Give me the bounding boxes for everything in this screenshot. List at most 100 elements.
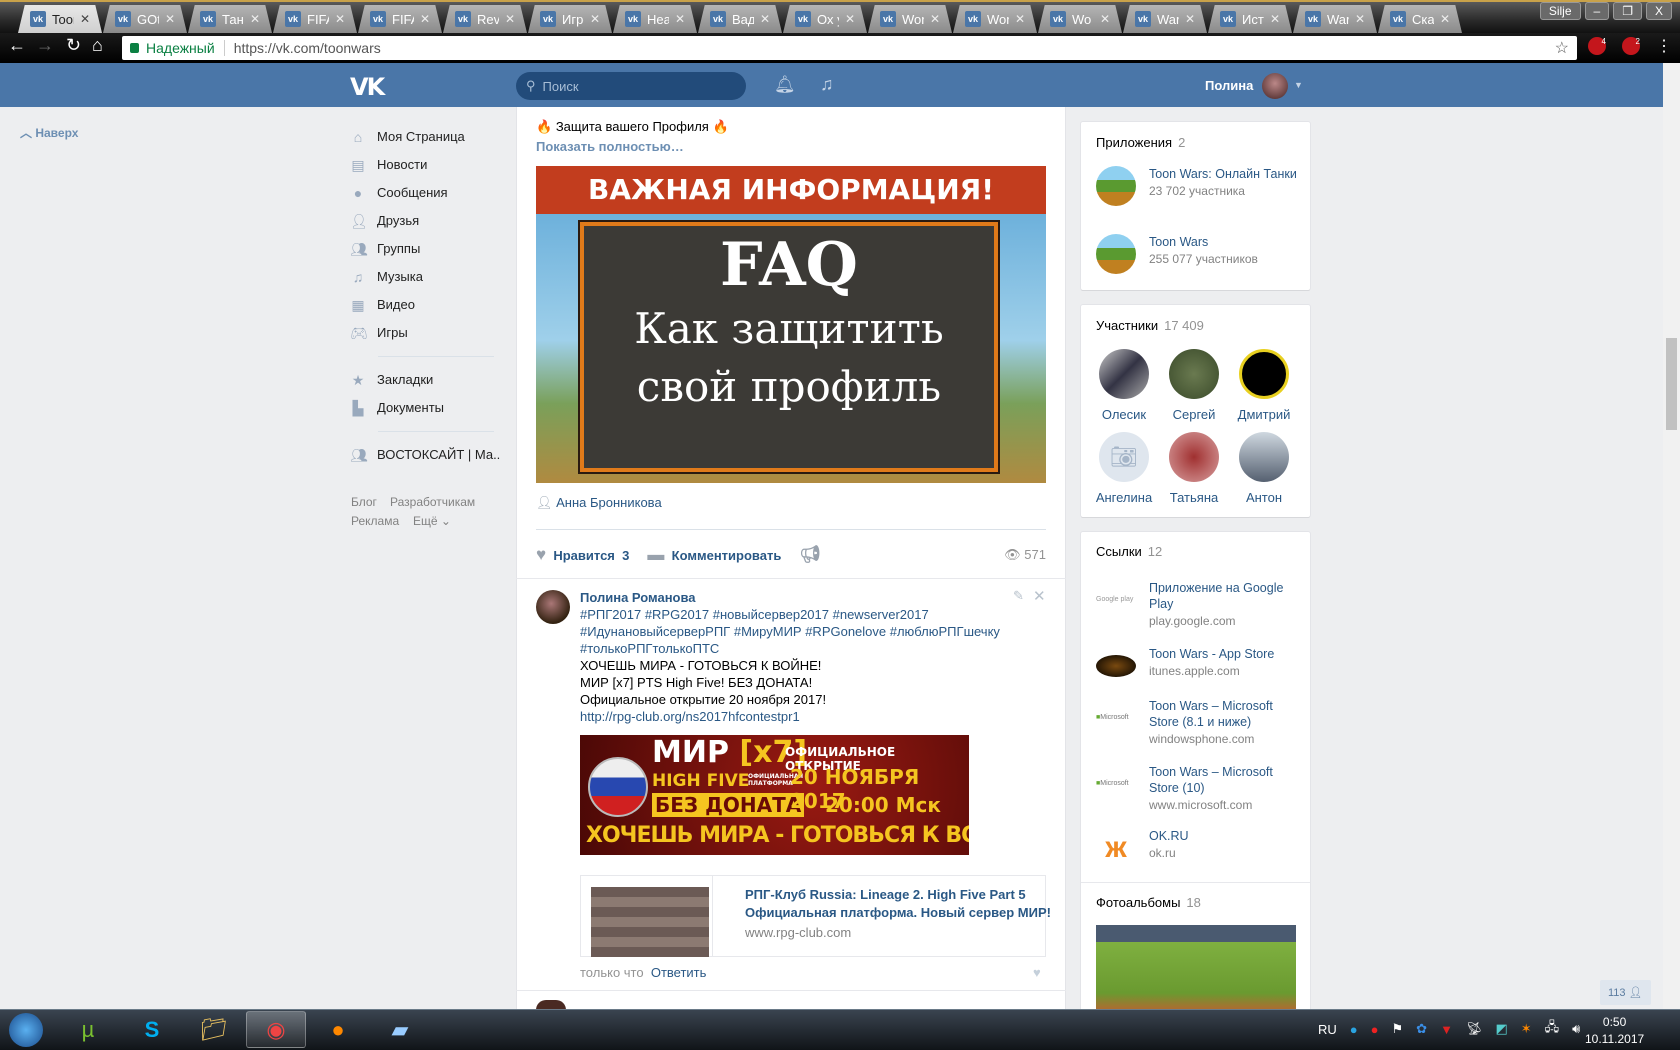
music-icon[interactable]: ♫	[820, 74, 834, 95]
close-tab-icon[interactable]: ✕	[1185, 12, 1195, 26]
clock[interactable]: 0:50 10.11.2017	[1585, 1014, 1644, 1048]
scrollbar-thumb[interactable]	[1666, 338, 1677, 430]
link-item[interactable]: Toon Wars - App Store itunes.apple.com	[1096, 646, 1299, 680]
reply-button[interactable]: Ответить	[651, 965, 707, 980]
browser-tab[interactable]: vk War ✕	[1293, 5, 1377, 33]
close-tab-icon[interactable]: ✕	[505, 12, 515, 26]
chevron-down-icon[interactable]: ▼	[1294, 80, 1303, 90]
minimize-button[interactable]: –	[1584, 2, 1610, 20]
volume-icon[interactable]: 🔊︎	[1572, 1021, 1580, 1037]
close-tab-icon[interactable]: ✕	[1355, 12, 1365, 26]
tray-app-icon[interactable]: ●	[1371, 1022, 1379, 1037]
reload-icon[interactable]: ↻	[66, 35, 81, 56]
notes-app-icon[interactable]: ▰	[370, 1011, 430, 1048]
close-tab-icon[interactable]: ✕	[845, 12, 855, 26]
app-item[interactable]: Toon Wars: Онлайн Танки 23 702 участника	[1096, 166, 1299, 206]
close-tab-icon[interactable]: ✕	[165, 12, 175, 26]
folder-icon[interactable]: 📁︎	[184, 1011, 244, 1048]
sidebar-item-group-vostoksite[interactable]: 👥︎ ВОСТОКСАЙТ | Ма..	[350, 447, 500, 462]
member-item[interactable]: Антон	[1229, 432, 1299, 505]
close-tab-icon[interactable]: ✕	[420, 12, 430, 26]
close-tab-icon[interactable]: ✕	[1270, 12, 1280, 26]
link-title[interactable]: РПГ-Клуб Russia: Lineage 2. High Five Pa…	[745, 886, 1051, 922]
link-item[interactable]: ж OK.RU ok.ru	[1096, 828, 1299, 868]
browser-tab[interactable]: vk Скаі ✕	[1378, 5, 1462, 33]
sidebar-item-news[interactable]: ▤ Новости	[350, 157, 427, 172]
link-url[interactable]: www.rpg-club.com	[745, 925, 851, 940]
footer-link-ads[interactable]: Реклама	[351, 514, 399, 528]
sidebar-item-groups[interactable]: 👥︎ Группы	[350, 241, 420, 256]
member-item[interactable]: Татьяна	[1159, 432, 1229, 505]
close-tab-icon[interactable]: ✕	[335, 12, 345, 26]
adblock-extension-icon-2[interactable]: 2	[1622, 37, 1640, 55]
comment-button[interactable]: Комментировать	[672, 548, 782, 563]
browser-tab[interactable]: vk Вади ✕	[698, 5, 782, 33]
satellite-icon[interactable]: 📡︎	[1466, 1021, 1483, 1037]
link-item[interactable]: ■Microsoft Toon Wars – Microsoft Store (8…	[1096, 698, 1299, 748]
member-item[interactable]: 📷︎ Ангелина	[1089, 432, 1159, 505]
post-author[interactable]: 👤︎ Анна Бронникова	[536, 495, 662, 511]
sidebar-item-games[interactable]: 🎮︎ Игры	[350, 325, 408, 340]
utorrent-icon[interactable]: µ	[58, 1011, 118, 1048]
sidebar-item-video[interactable]: ▦ Видео	[350, 297, 415, 312]
member-item[interactable]: Сергей	[1159, 349, 1229, 422]
close-tab-icon[interactable]: ✕	[80, 12, 90, 26]
browser-tab[interactable]: vk GOta ✕	[103, 5, 187, 33]
close-tab-icon[interactable]: ✕	[760, 12, 770, 26]
network-icon[interactable]: 🖧︎	[1545, 1018, 1560, 1040]
sidebar-item-music[interactable]: ♫ Музыка	[350, 269, 423, 284]
bookmark-star-icon[interactable]: ☆	[1555, 38, 1569, 58]
close-tab-icon[interactable]: ✕	[250, 12, 260, 26]
scrollbar[interactable]	[1663, 63, 1680, 1009]
skype-icon[interactable]: S	[122, 1011, 182, 1048]
browser-tab[interactable]: vk Ох у ✕	[783, 5, 867, 33]
bell-icon[interactable]: 🔔︎	[774, 75, 796, 95]
menu-icon[interactable]: ⋮	[1656, 36, 1672, 56]
footer-link-developers[interactable]: Разработчикам	[390, 495, 475, 509]
browser-tab[interactable]: vk Wo ✕	[1038, 5, 1122, 33]
close-tab-icon[interactable]: ✕	[1015, 12, 1025, 26]
member-item[interactable]: Дмитрий	[1229, 349, 1299, 422]
sidebar-item-bookmarks[interactable]: ★ Закладки	[350, 372, 434, 387]
browser-tab[interactable]: vk War ✕	[1123, 5, 1207, 33]
user-name[interactable]: Полина	[1205, 78, 1253, 93]
footer-more[interactable]: Ещё ⌄	[413, 514, 451, 528]
hashtags[interactable]: #ИдунановыйсерверРПГ #МируМИР #RPGonelov…	[580, 623, 1030, 640]
edit-pencil-icon[interactable]: ✎	[1013, 588, 1024, 604]
home-icon[interactable]: ⌂	[92, 35, 103, 56]
browser-tab[interactable]: vk Worl ✕	[868, 5, 952, 33]
scroll-up-button[interactable]: ︿ Наверх	[20, 124, 78, 141]
sidebar-item-friends[interactable]: 👤︎ Друзья	[350, 213, 419, 228]
close-tab-icon[interactable]: ✕	[1100, 12, 1110, 26]
firefox-icon[interactable]: ●	[308, 1011, 368, 1048]
browser-tab[interactable]: vk Worl ✕	[953, 5, 1037, 33]
close-tab-icon[interactable]: ✕	[1440, 12, 1450, 26]
tray-bird-icon[interactable]: ◩	[1495, 1021, 1507, 1037]
hashtags[interactable]: #РПГ2017 #RPG2017 #новыйсервер2017 #news…	[580, 606, 1030, 623]
comment-author[interactable]: Полина Романова	[580, 590, 696, 605]
heart-icon[interactable]: ♥	[1033, 965, 1041, 980]
sidebar-item-documents[interactable]: ▙ Документы	[350, 400, 444, 415]
browser-tab[interactable]: vk Toon ✕	[18, 5, 102, 33]
avast-icon[interactable]: ✶	[1521, 1021, 1532, 1037]
share-megaphone-icon[interactable]: 📢︎	[799, 545, 821, 565]
browser-tab[interactable]: vk Reve ✕	[443, 5, 527, 33]
sidebar-item-my-page[interactable]: ⌂ Моя Страница	[350, 129, 465, 144]
avatar[interactable]	[1262, 73, 1288, 99]
app-item[interactable]: Toon Wars 255 077 участников	[1096, 234, 1299, 274]
chrome-icon[interactable]: ◉	[246, 1011, 306, 1048]
forward-icon[interactable]: →	[36, 35, 54, 56]
vk-logo[interactable]: VK	[350, 73, 385, 101]
promo-banner-image[interactable]: МИР [x7] HIGH FIVE ОФИЦИАЛЬНАЯ ПЛАТФОРМА…	[580, 735, 969, 855]
sidebar-item-messages[interactable]: ● Сообщения	[350, 185, 448, 200]
browser-tab[interactable]: vk Танк ✕	[188, 5, 272, 33]
close-window-button[interactable]: X	[1645, 2, 1672, 20]
search-input[interactable]: ⚲ Поиск	[516, 72, 746, 100]
hashtags[interactable]: #толькоРПГтолькоПТС	[580, 640, 1030, 657]
footer-link-blog[interactable]: Блог	[351, 495, 377, 509]
browser-tab[interactable]: vk Исто ✕	[1208, 5, 1292, 33]
flag-icon[interactable]: ⚑	[1392, 1021, 1404, 1037]
browser-tab[interactable]: vk Игро ✕	[528, 5, 612, 33]
maximize-button[interactable]: ❐	[1613, 2, 1642, 20]
close-tab-icon[interactable]: ✕	[590, 12, 600, 26]
